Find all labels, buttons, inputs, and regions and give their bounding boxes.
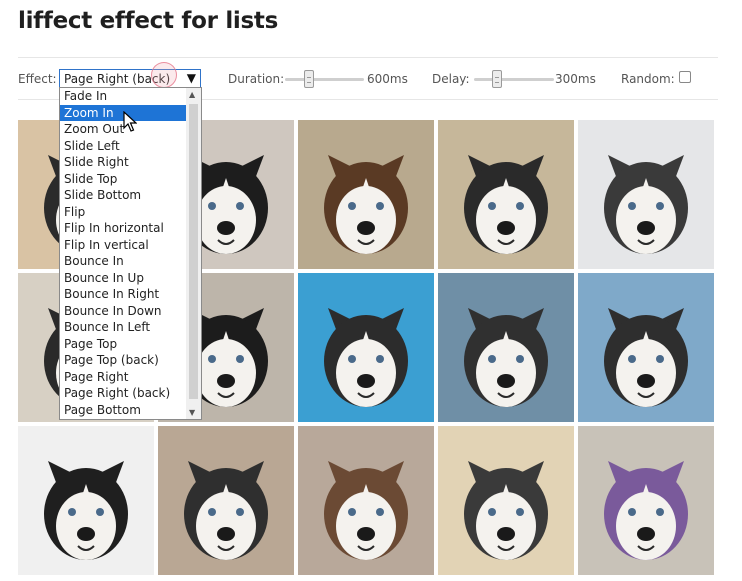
dropdown-option[interactable]: Page Right	[60, 369, 186, 386]
dog-icon	[324, 461, 408, 560]
random-label: Random:	[621, 72, 675, 86]
dog-photo	[298, 426, 434, 575]
duration-value: 600ms	[367, 72, 408, 86]
dog-photo	[18, 426, 154, 575]
dog-photo	[298, 273, 434, 422]
delay-slider-thumb[interactable]	[492, 70, 502, 88]
dropdown-options: Fade In Zoom In Zoom Out Slide Left Slide Ri…	[60, 88, 186, 418]
page-title: liffect effect for lists	[18, 8, 278, 34]
dog-photo	[578, 120, 714, 269]
dog-icon	[464, 461, 548, 560]
scroll-up-icon[interactable]: ▲	[189, 90, 195, 99]
effect-select[interactable]: Page Right (back) ▼	[59, 69, 201, 88]
dog-icon	[604, 461, 688, 560]
top-divider	[18, 57, 718, 58]
delay-value: 300ms	[555, 72, 596, 86]
duration-slider-thumb[interactable]	[304, 70, 314, 88]
delay-slider[interactable]	[474, 70, 554, 88]
dog-photo	[438, 426, 574, 575]
dropdown-option[interactable]: Flip In horizontal	[60, 220, 186, 237]
dog-photo	[298, 120, 434, 269]
effect-dropdown-list[interactable]: Fade In Zoom In Zoom Out Slide Left Slide Ri…	[59, 87, 202, 420]
dropdown-option[interactable]: Bounce In Up	[60, 270, 186, 287]
dog-icon	[604, 308, 688, 407]
dropdown-option[interactable]: Slide Right	[60, 154, 186, 171]
dropdown-option[interactable]: Page Top (back)	[60, 352, 186, 369]
duration-label: Duration:	[228, 72, 285, 86]
dropdown-option[interactable]: Flip	[60, 204, 186, 221]
click-highlight	[151, 62, 177, 88]
dog-icon	[44, 461, 128, 560]
dropdown-option[interactable]: Bounce In Left	[60, 319, 186, 336]
dropdown-option[interactable]: Page Top	[60, 336, 186, 353]
dog-icon	[324, 308, 408, 407]
triangle-down-icon: ▼	[186, 71, 196, 85]
dropdown-option[interactable]: Fade In	[60, 88, 186, 105]
dropdown-option[interactable]: Bounce In Down	[60, 303, 186, 320]
effect-label: Effect:	[18, 72, 57, 86]
dropdown-option[interactable]: Slide Top	[60, 171, 186, 188]
random-checkbox[interactable]	[679, 71, 691, 83]
delay-label: Delay:	[432, 72, 470, 86]
dog-photo	[158, 426, 294, 575]
dog-icon	[324, 155, 408, 254]
dropdown-scrollbar[interactable]: ▲ ▼	[186, 88, 201, 419]
dropdown-option[interactable]: Slide Left	[60, 138, 186, 155]
duration-slider[interactable]	[285, 70, 364, 88]
dog-icon	[184, 461, 268, 560]
dog-photo	[578, 426, 714, 575]
dropdown-option[interactable]: Slide Bottom	[60, 187, 186, 204]
dropdown-option[interactable]: Page Bottom	[60, 402, 186, 419]
dog-photo	[578, 273, 714, 422]
dog-icon	[604, 155, 688, 254]
mouse-pointer-icon	[123, 111, 137, 132]
dog-icon	[464, 308, 548, 407]
dropdown-option[interactable]: Flip In vertical	[60, 237, 186, 254]
dropdown-option[interactable]: Bounce In Right	[60, 286, 186, 303]
dog-photo	[438, 120, 574, 269]
dog-icon	[464, 155, 548, 254]
dog-photo	[438, 273, 574, 422]
scroll-down-icon[interactable]: ▼	[189, 408, 195, 417]
dropdown-option[interactable]: Page Right (back)	[60, 385, 186, 402]
dropdown-scroll-thumb[interactable]	[189, 104, 198, 399]
dropdown-option[interactable]: Bounce In	[60, 253, 186, 270]
